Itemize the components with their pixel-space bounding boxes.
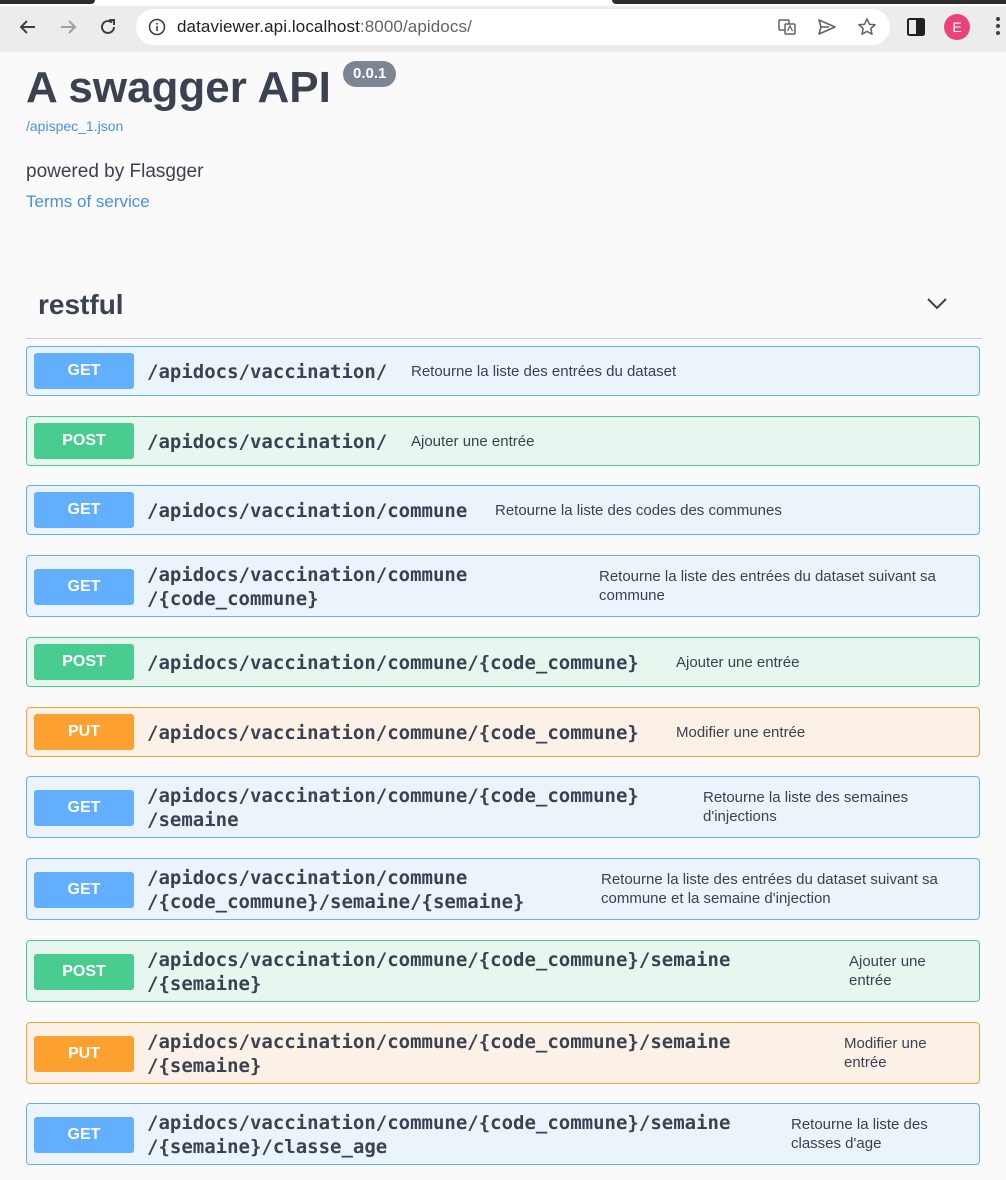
tag-section-header[interactable]: restful — [26, 275, 982, 339]
side-panel-icon[interactable] — [905, 16, 927, 38]
operation-summary: Retourne la liste des entrées du dataset — [411, 363, 677, 380]
operation-summary: Retourne la liste des semaines d'injecti… — [703, 789, 909, 825]
operation-summary: Retourne la liste des codes des communes — [495, 502, 782, 519]
operation-summary: Retourne la liste des entrées du dataset… — [599, 568, 936, 604]
bookmark-star-icon[interactable] — [857, 17, 877, 37]
chevron-down-icon[interactable] — [926, 295, 948, 311]
method-badge: POST — [34, 644, 134, 680]
operation-path: /apidocs/vaccination/commune/{code_commu… — [147, 652, 639, 674]
operation-path: /apidocs/vaccination/commune/{code_commu… — [147, 949, 731, 995]
method-badge: PUT — [34, 1036, 134, 1072]
operation-get-commune-code[interactable]: GET /apidocs/vaccination/commune/{code_c… — [26, 555, 980, 617]
api-title: A swagger API — [26, 63, 331, 112]
operation-path: /apidocs/vaccination/commune/{code_commu… — [147, 722, 639, 744]
method-badge: GET — [34, 353, 134, 389]
terms-of-service-link[interactable]: Terms of service — [26, 192, 150, 212]
operation-summary: Retourne la liste des entrées du dataset… — [601, 871, 938, 907]
method-badge: POST — [34, 423, 134, 459]
tab-edge-right — [612, 0, 1006, 4]
method-badge: GET — [34, 872, 134, 908]
method-badge: GET — [34, 790, 134, 826]
api-description: powered by Flasgger — [26, 161, 204, 182]
back-arrow-icon — [19, 20, 35, 34]
forward-arrow-icon — [61, 20, 77, 34]
send-icon[interactable] — [817, 17, 837, 37]
tab-edge-left — [0, 0, 95, 4]
method-badge: GET — [34, 1117, 134, 1153]
operation-get-semaines[interactable]: GET /apidocs/vaccination/commune/{code_c… — [26, 776, 980, 838]
operation-get-classe-age[interactable]: GET /apidocs/vaccination/commune/{code_c… — [26, 1103, 980, 1165]
operation-post-commune-code[interactable]: POST /apidocs/vaccination/commune/{code_… — [26, 637, 980, 687]
operation-summary: Retourne la liste des classes d'age — [791, 1116, 928, 1152]
reload-icon — [101, 19, 115, 34]
operation-summary: Ajouter une entrée — [676, 654, 800, 671]
operation-summary: Modifier une entrée — [844, 1035, 927, 1071]
operation-path: /apidocs/vaccination/commune/{code_commu… — [147, 1031, 731, 1077]
tag-name: restful — [38, 289, 124, 320]
operation-post-vaccination[interactable]: POST /apidocs/vaccination/ Ajouter une e… — [26, 416, 980, 466]
translate-icon[interactable] — [777, 17, 797, 37]
operation-get-semaine[interactable]: GET /apidocs/vaccination/commune/{code_c… — [26, 858, 980, 920]
reload-button[interactable] — [93, 12, 123, 42]
url-text: dataviewer.api.localhost:8000/apidocs/ — [177, 18, 472, 36]
version-badge: 0.0.1 — [343, 61, 397, 87]
operation-get-vaccination[interactable]: GET /apidocs/vaccination/ Retourne la li… — [26, 346, 980, 396]
operation-path: /apidocs/vaccination/commune/{code_commu… — [147, 867, 525, 913]
spec-json-link[interactable]: /apispec_1.json — [26, 118, 123, 134]
operation-summary: Ajouter une entrée — [849, 953, 926, 989]
operation-path: /apidocs/vaccination/ — [147, 431, 388, 453]
browser-menu-icon[interactable] — [994, 14, 1002, 40]
browser-toolbar: dataviewer.api.localhost:8000/apidocs/ E — [0, 0, 1006, 52]
operation-get-commune[interactable]: GET /apidocs/vaccination/commune Retourn… — [26, 485, 980, 535]
method-badge: GET — [34, 492, 134, 528]
operation-post-semaine[interactable]: POST /apidocs/vaccination/commune/{code_… — [26, 940, 980, 1002]
operation-put-semaine[interactable]: PUT /apidocs/vaccination/commune/{code_c… — [26, 1022, 980, 1084]
forward-button[interactable] — [53, 12, 83, 42]
operation-put-commune-code[interactable]: PUT /apidocs/vaccination/commune/{code_c… — [26, 707, 980, 757]
back-button[interactable] — [13, 12, 43, 42]
operation-path: /apidocs/vaccination/commune/{code_commu… — [147, 1112, 731, 1158]
method-badge: PUT — [34, 714, 134, 750]
method-badge: POST — [34, 954, 134, 990]
address-bar[interactable]: dataviewer.api.localhost:8000/apidocs/ — [136, 9, 890, 45]
url-host: dataviewer.api.localhost — [177, 17, 360, 36]
operation-summary: Ajouter une entrée — [411, 433, 535, 450]
operation-path: /apidocs/vaccination/commune/{code_commu… — [147, 564, 468, 610]
operation-path: /apidocs/vaccination/commune — [147, 500, 468, 522]
operation-path: /apidocs/vaccination/ — [147, 361, 388, 383]
site-info-icon[interactable] — [148, 18, 166, 36]
url-path: :8000/apidocs/ — [359, 17, 472, 36]
profile-avatar[interactable]: E — [944, 14, 970, 40]
operation-path: /apidocs/vaccination/commune/{code_commu… — [147, 785, 639, 831]
method-badge: GET — [34, 569, 134, 605]
operation-summary: Modifier une entrée — [676, 724, 806, 741]
